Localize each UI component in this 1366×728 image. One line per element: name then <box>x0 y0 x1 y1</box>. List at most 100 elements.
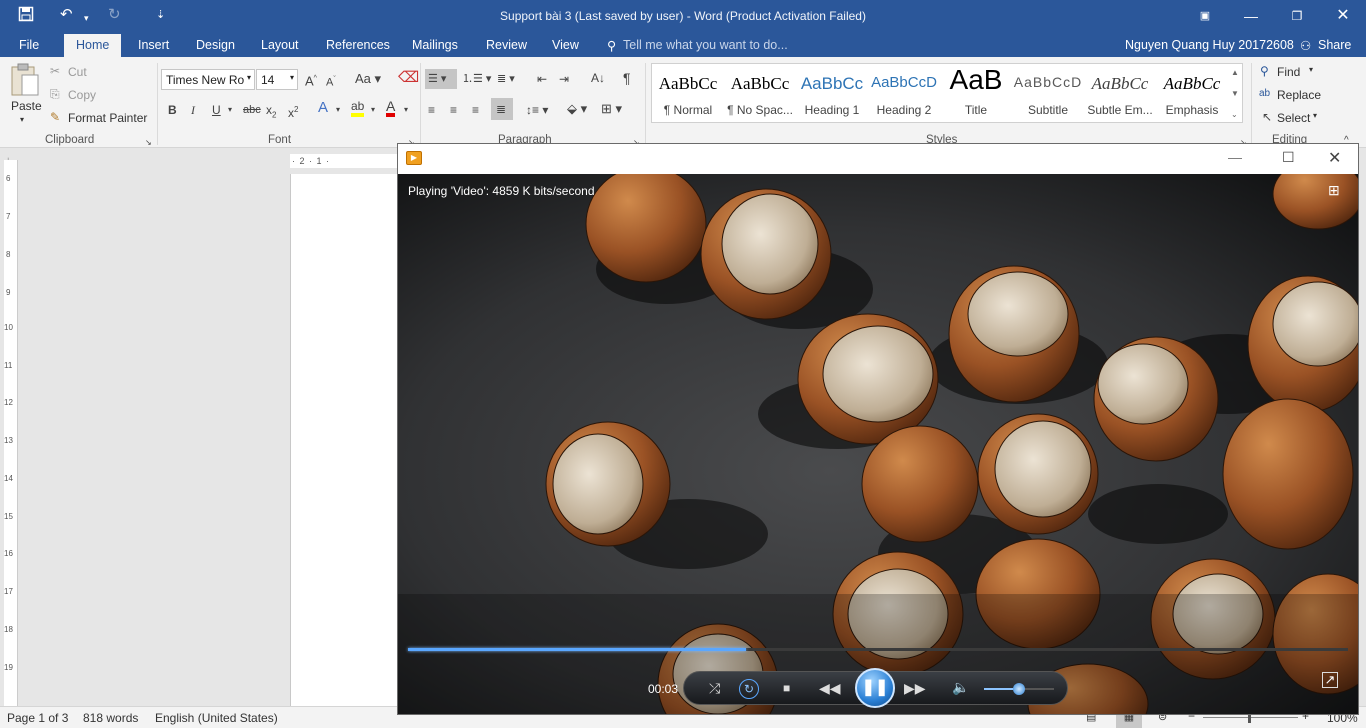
align-right-icon[interactable]: ≡ <box>472 102 479 118</box>
player-maximize-icon[interactable]: ☐ <box>1282 149 1295 166</box>
switch-to-library-icon[interactable]: ⊞ <box>1328 182 1340 199</box>
text-effects-dropdown-icon[interactable]: ▾ <box>336 102 340 118</box>
replace-icon[interactable]: ab <box>1259 86 1270 102</box>
sort-icon[interactable]: A↓ <box>591 70 605 86</box>
styles-scroll-up-icon[interactable]: ▲ <box>1231 65 1239 81</box>
numbering-icon[interactable]: ⒈☰ ▾ <box>462 71 491 87</box>
window-title: Support bài 3 (Last saved by user) - Wor… <box>500 9 866 23</box>
font-color-icon[interactable]: A <box>386 99 396 117</box>
borders-icon[interactable]: ⊞ ▾ <box>601 101 622 117</box>
strikethrough-icon[interactable]: abc <box>243 102 261 118</box>
restore-icon[interactable]: ❐ <box>1282 6 1312 26</box>
tab-view[interactable]: View <box>552 38 579 52</box>
tell-me-box[interactable]: Tell me what you want to do... <box>623 38 788 52</box>
increase-indent-icon[interactable]: ⇥ <box>559 71 569 87</box>
justify-icon[interactable]: ≣ <box>491 98 513 120</box>
close-icon[interactable]: ✕ <box>1328 6 1358 26</box>
align-center-icon[interactable]: ≡ <box>450 102 457 118</box>
shading-icon[interactable]: ⬙ ▾ <box>567 101 587 117</box>
clear-formatting-icon[interactable]: ⌫ <box>398 70 419 86</box>
bullets-icon[interactable]: ☰ ▾ <box>425 69 457 89</box>
shrink-font-icon[interactable]: Aˇ <box>326 72 336 91</box>
paste-dropdown-icon[interactable]: ▾ <box>20 115 24 124</box>
style-preview: AaB <box>949 64 1003 95</box>
volume-slider[interactable] <box>984 683 1054 695</box>
change-case-icon[interactable]: Aa ▾ <box>355 71 381 87</box>
player-minimize-icon[interactable]: — <box>1228 149 1242 165</box>
styles-scroll-down-icon[interactable]: ▼ <box>1231 86 1239 102</box>
previous-icon[interactable]: ◀◀ <box>819 680 841 696</box>
player-close-icon[interactable]: ✕ <box>1328 148 1341 168</box>
document-page[interactable] <box>290 174 400 706</box>
underline-dropdown-icon[interactable]: ▾ <box>228 102 232 118</box>
highlight-color-icon[interactable]: ab <box>351 99 365 117</box>
select-button[interactable]: Select <box>1277 111 1310 125</box>
tab-references[interactable]: References <box>326 38 390 52</box>
tab-layout[interactable]: Layout <box>261 38 299 52</box>
find-dropdown-icon[interactable]: ▾ <box>1309 65 1313 74</box>
next-icon[interactable]: ▶▶ <box>904 680 926 696</box>
bold-icon[interactable]: B <box>168 102 177 118</box>
multilevel-list-icon[interactable]: ≣ ▾ <box>497 71 515 87</box>
grow-font-icon[interactable]: A^ <box>305 71 317 89</box>
styles-more-icon[interactable]: ⌄ <box>1231 107 1238 123</box>
volume-thumb[interactable] <box>1013 683 1025 695</box>
style-subtitle[interactable]: AaBbCcD Subtitle <box>1012 64 1084 122</box>
replace-button[interactable]: Replace <box>1277 88 1321 102</box>
highlight-dropdown-icon[interactable]: ▾ <box>371 102 375 118</box>
select-dropdown-icon[interactable]: ▾ <box>1313 111 1317 120</box>
page-count[interactable]: Page 1 of 3 <box>7 711 68 725</box>
paste-button[interactable]: Paste <box>11 99 42 113</box>
style-subtle-emphasis[interactable]: AaBbCc Subtle Em... <box>1084 64 1156 122</box>
share-icon[interactable]: ⚇ <box>1300 38 1311 53</box>
word-count[interactable]: 818 words <box>83 711 138 725</box>
style-no-spacing[interactable]: AaBbCc ¶ No Spac... <box>724 64 796 122</box>
tab-home[interactable]: Home <box>64 34 122 57</box>
superscript-icon[interactable]: x2 <box>288 102 298 121</box>
line-spacing-icon[interactable]: ↕≡ ▾ <box>526 102 548 118</box>
style-normal[interactable]: AaBbCc ¶ Normal <box>652 64 724 122</box>
vertical-ruler[interactable]: 6 7 8 9 10 11 12 13 14 15 16 17 18 19 <box>4 160 18 706</box>
style-title[interactable]: AaB Title <box>940 64 1012 122</box>
language-indicator[interactable]: English (United States) <box>155 711 278 725</box>
share-button[interactable]: Share <box>1318 38 1351 52</box>
stop-icon[interactable]: ■ <box>783 680 790 696</box>
ribbon-display-options-icon[interactable]: ▣ <box>1190 6 1220 26</box>
align-left-icon[interactable]: ≡ <box>428 102 435 118</box>
tab-design[interactable]: Design <box>196 38 235 52</box>
switch-to-now-playing-icon[interactable]: ↗ <box>1322 672 1338 688</box>
shuffle-icon[interactable]: ⤮ <box>709 680 720 696</box>
user-name[interactable]: Nguyen Quang Huy 20172608 <box>1125 38 1294 52</box>
seek-bar[interactable] <box>408 648 1348 651</box>
find-icon[interactable]: ⚲ <box>1260 63 1269 79</box>
tab-file[interactable]: File <box>19 38 39 52</box>
horizontal-ruler[interactable]: · 2 · 1 · <box>290 154 398 168</box>
ruler-number: 18 <box>4 625 13 634</box>
tab-mailings[interactable]: Mailings <box>412 38 458 52</box>
format-painter-icon[interactable]: ✎ <box>50 109 60 125</box>
video-frame[interactable]: Playing 'Video': 4859 K bits/second ⊞ 00… <box>398 174 1358 714</box>
style-heading-1[interactable]: AaBbCc Heading 1 <box>796 64 868 122</box>
font-color-dropdown-icon[interactable]: ▾ <box>404 102 408 118</box>
paste-icon[interactable] <box>10 63 40 97</box>
ruler-number: 9 <box>6 288 11 297</box>
tab-review[interactable]: Review <box>486 38 527 52</box>
decrease-indent-icon[interactable]: ⇤ <box>537 71 547 87</box>
minimize-icon[interactable]: — <box>1236 6 1266 26</box>
text-effects-icon[interactable]: A <box>318 100 328 116</box>
pause-icon[interactable]: ❚❚ <box>855 668 895 708</box>
subscript-icon[interactable]: x2 <box>266 102 276 123</box>
format-painter-button[interactable]: Format Painter <box>68 111 147 125</box>
mute-icon[interactable]: 🔈 <box>952 679 969 695</box>
select-icon[interactable]: ↖ <box>1262 109 1272 125</box>
find-button[interactable]: Find <box>1277 65 1300 79</box>
repeat-icon[interactable]: ↻ <box>739 679 759 699</box>
show-marks-icon[interactable]: ¶ <box>623 70 631 86</box>
font-name-combo[interactable]: Times New Ro ▾ <box>161 69 255 90</box>
italic-icon[interactable]: I <box>191 102 195 118</box>
style-heading-2[interactable]: AaBbCcD Heading 2 <box>868 64 940 122</box>
underline-icon[interactable]: U <box>212 102 221 118</box>
tab-insert[interactable]: Insert <box>138 38 169 52</box>
font-size-combo[interactable]: 14 ▾ <box>256 69 298 90</box>
style-emphasis[interactable]: AaBbCc Emphasis <box>1156 64 1228 122</box>
